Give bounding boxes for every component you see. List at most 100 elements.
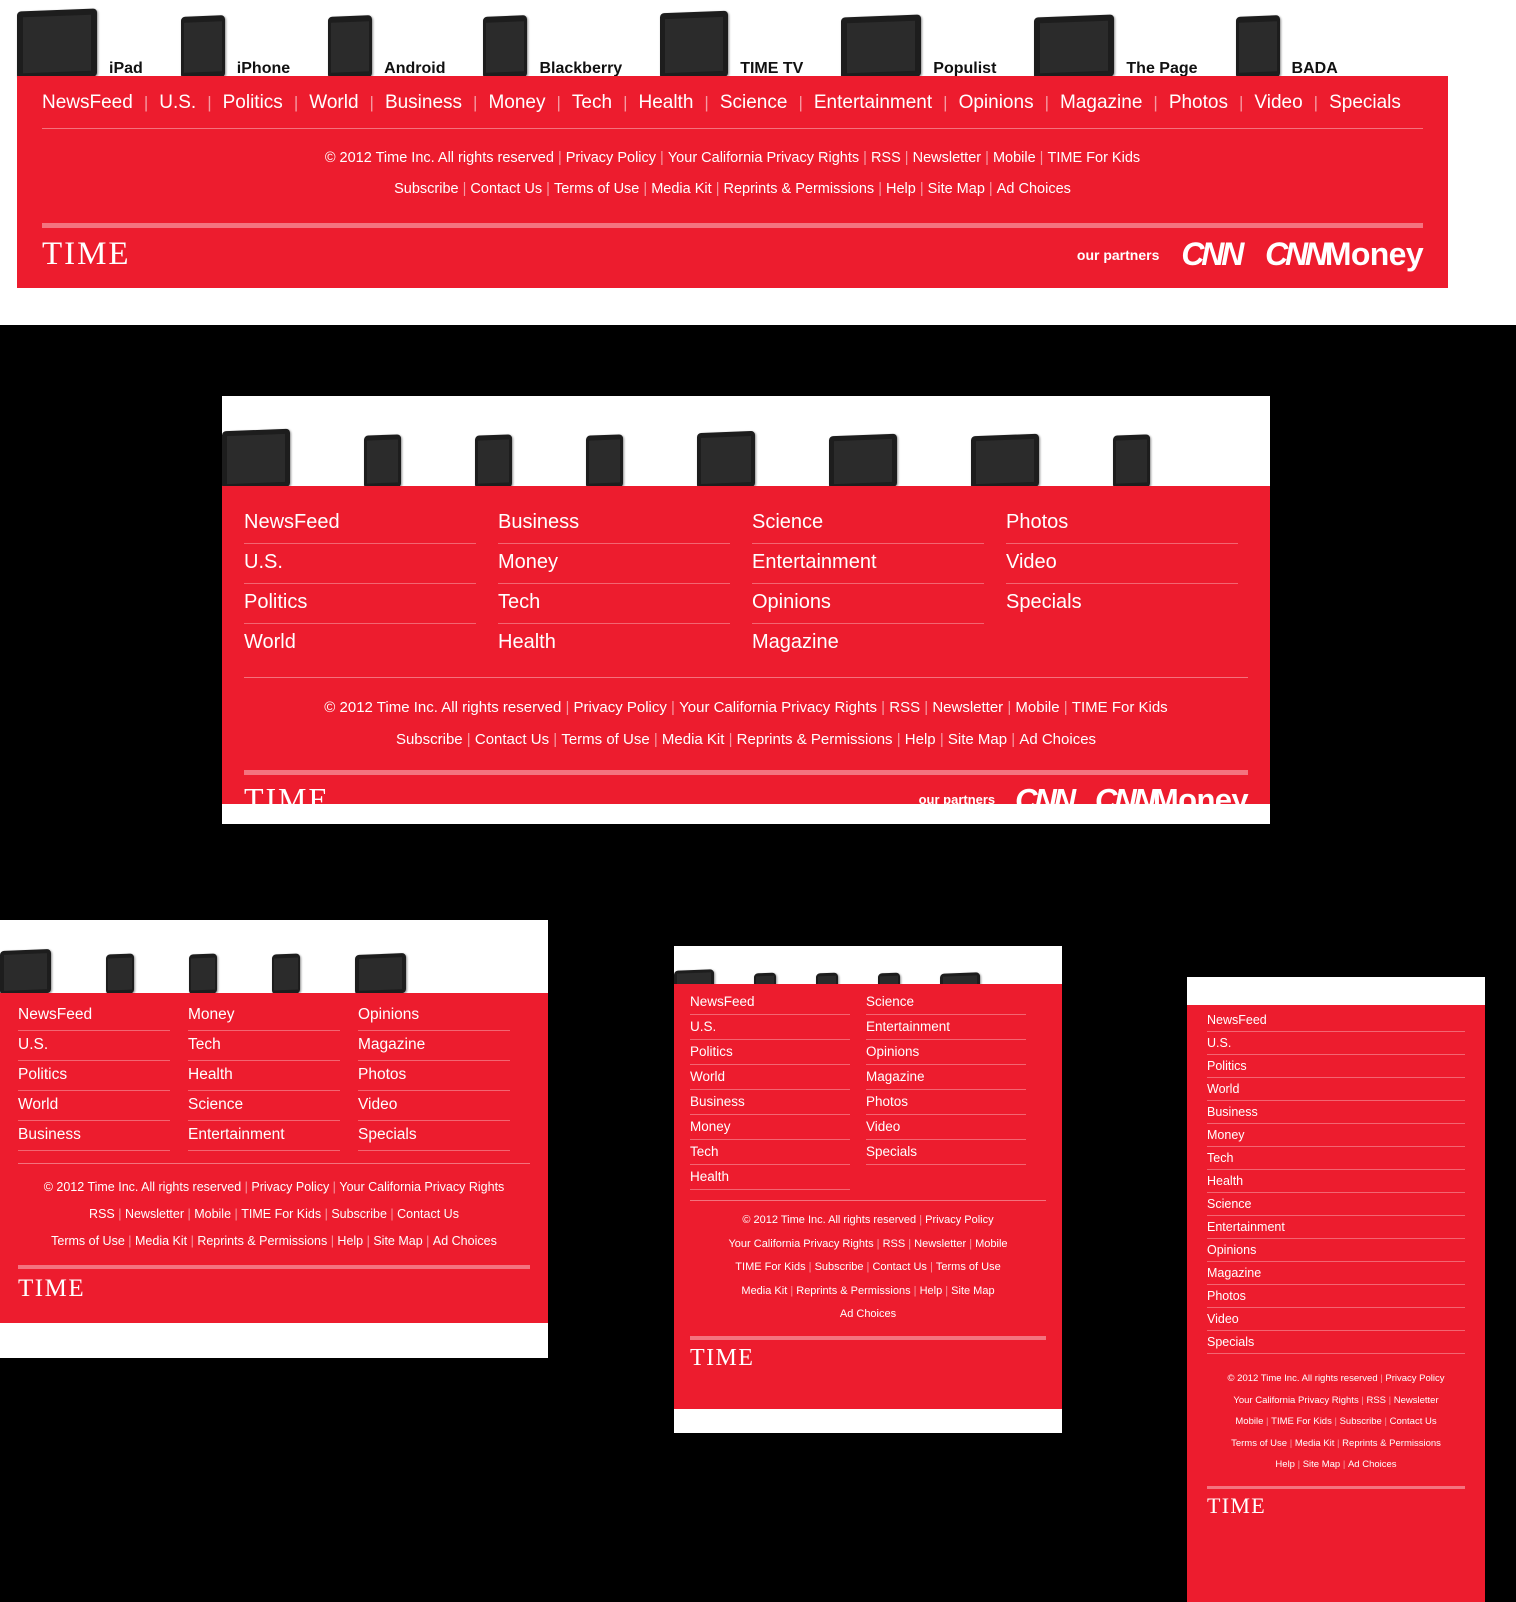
legal-link-your-california-privacy-rights[interactable]: Your California Privacy Rights (668, 150, 859, 166)
nav-item-tech[interactable]: Tech (690, 1140, 850, 1165)
device-item-populist[interactable] (829, 433, 897, 490)
nav-item-video[interactable]: Video (358, 1091, 510, 1121)
nav-item-entertainment[interactable]: Entertainment (188, 1121, 340, 1151)
nav-item-money[interactable]: Money (488, 92, 545, 114)
device-item-time-tv[interactable] (697, 430, 755, 490)
cnnmoney-logo[interactable]: CNNMoney (1265, 236, 1424, 273)
cnn-logo[interactable]: CNN (1181, 236, 1244, 273)
nav-item-specials[interactable]: Specials (1329, 92, 1401, 114)
nav-item-tech[interactable]: Tech (498, 584, 730, 624)
device-item-ipad[interactable]: iPad (17, 8, 143, 80)
time-logo[interactable]: TIME (690, 1345, 754, 1372)
legal-link-newsletter[interactable]: Newsletter (125, 1207, 184, 1221)
nav-item-business[interactable]: Business (1207, 1101, 1465, 1124)
legal-link-mobile[interactable]: Mobile (975, 1238, 1007, 1250)
nav-item-opinions[interactable]: Opinions (959, 92, 1034, 114)
cnn-logo[interactable]: CNN (1015, 782, 1076, 818)
nav-item-photos[interactable]: Photos (866, 1090, 1026, 1115)
nav-item-newsfeed[interactable]: NewsFeed (18, 1001, 170, 1031)
nav-item-specials[interactable]: Specials (1006, 584, 1238, 623)
legal-link-subscribe[interactable]: Subscribe (815, 1261, 864, 1273)
nav-item-magazine[interactable]: Magazine (752, 624, 984, 663)
device-item-time-tv[interactable]: TIME TV (660, 10, 803, 80)
nav-item-science[interactable]: Science (188, 1091, 340, 1121)
legal-link-time-for-kids[interactable]: TIME For Kids (1047, 150, 1140, 166)
nav-item-tech[interactable]: Tech (188, 1031, 340, 1061)
nav-item-photos[interactable]: Photos (1207, 1285, 1465, 1308)
legal-link-newsletter[interactable]: Newsletter (913, 150, 982, 166)
device-item-iphone[interactable] (106, 953, 134, 995)
legal-link-reprints-permissions[interactable]: Reprints & Permissions (724, 181, 875, 197)
nav-item-world[interactable]: World (244, 624, 476, 663)
nav-item-opinions[interactable]: Opinions (1207, 1239, 1465, 1262)
nav-item-newsfeed[interactable]: NewsFeed (690, 990, 850, 1015)
legal-link-rss[interactable]: RSS (1366, 1395, 1386, 1406)
nav-item-u-s-[interactable]: U.S. (159, 92, 196, 114)
device-item-blackberry[interactable] (272, 953, 300, 995)
device-item-the-page[interactable] (971, 433, 1039, 490)
nav-item-u-s-[interactable]: U.S. (690, 1015, 850, 1040)
legal-link-ad-choices[interactable]: Ad Choices (997, 181, 1071, 197)
time-logo[interactable]: TIME (1207, 1493, 1266, 1519)
nav-item-politics[interactable]: Politics (244, 584, 476, 624)
nav-item-entertainment[interactable]: Entertainment (752, 544, 984, 584)
legal-link-terms-of-use[interactable]: Terms of Use (554, 181, 639, 197)
legal-link-site-map[interactable]: Site Map (1303, 1459, 1341, 1470)
legal-link-help[interactable]: Help (1275, 1459, 1295, 1470)
legal-link-contact-us[interactable]: Contact Us (397, 1207, 459, 1221)
nav-item-video[interactable]: Video (1207, 1308, 1465, 1331)
legal-link-your-california-privacy-rights[interactable]: Your California Privacy Rights (1233, 1395, 1358, 1406)
legal-link-privacy-policy[interactable]: Privacy Policy (1385, 1373, 1444, 1384)
legal-link-reprints-permissions[interactable]: Reprints & Permissions (197, 1234, 327, 1248)
nav-item-money[interactable]: Money (188, 1001, 340, 1031)
legal-link-privacy-policy[interactable]: Privacy Policy (925, 1214, 993, 1226)
nav-item-newsfeed[interactable]: NewsFeed (42, 92, 133, 114)
time-logo[interactable]: TIME (18, 1275, 85, 1303)
nav-item-money[interactable]: Money (690, 1115, 850, 1140)
legal-link-privacy-policy[interactable]: Privacy Policy (574, 699, 667, 716)
nav-item-science[interactable]: Science (720, 92, 788, 114)
nav-item-specials[interactable]: Specials (358, 1121, 510, 1151)
legal-link-time-for-kids[interactable]: TIME For Kids (1271, 1416, 1332, 1427)
nav-item-specials[interactable]: Specials (1207, 1331, 1465, 1354)
legal-link-newsletter[interactable]: Newsletter (914, 1238, 966, 1250)
nav-item-specials[interactable]: Specials (866, 1140, 1026, 1165)
legal-link-time-for-kids[interactable]: TIME For Kids (1072, 699, 1168, 716)
legal-link-terms-of-use[interactable]: Terms of Use (561, 731, 649, 748)
legal-link-ad-choices[interactable]: Ad Choices (433, 1234, 497, 1248)
nav-item-video[interactable]: Video (1254, 92, 1302, 114)
nav-item-magazine[interactable]: Magazine (358, 1031, 510, 1061)
device-item-populist[interactable]: Populist (841, 14, 996, 80)
device-item-iphone[interactable]: iPhone (180, 15, 290, 79)
nav-item-tech[interactable]: Tech (572, 92, 612, 114)
legal-link-contact-us[interactable]: Contact Us (872, 1261, 926, 1273)
nav-item-health[interactable]: Health (1207, 1170, 1465, 1193)
nav-item-world[interactable]: World (18, 1091, 170, 1121)
device-item-bada[interactable] (1113, 434, 1150, 489)
legal-link-ad-choices[interactable]: Ad Choices (1348, 1459, 1397, 1470)
legal-link-newsletter[interactable]: Newsletter (1394, 1395, 1439, 1406)
nav-item-magazine[interactable]: Magazine (1207, 1262, 1465, 1285)
legal-link-reprints-permissions[interactable]: Reprints & Permissions (796, 1285, 910, 1297)
legal-link-your-california-privacy-rights[interactable]: Your California Privacy Rights (679, 699, 877, 716)
nav-item-opinions[interactable]: Opinions (358, 1001, 510, 1031)
device-item-bada[interactable]: BADA (1235, 15, 1338, 79)
legal-link-your-california-privacy-rights[interactable]: Your California Privacy Rights (728, 1238, 873, 1250)
nav-item-science[interactable]: Science (752, 504, 984, 544)
legal-link-media-kit[interactable]: Media Kit (741, 1285, 787, 1297)
legal-link-terms-of-use[interactable]: Terms of Use (1231, 1438, 1287, 1449)
nav-item-politics[interactable]: Politics (690, 1040, 850, 1065)
legal-link-terms-of-use[interactable]: Terms of Use (51, 1234, 125, 1248)
legal-link-site-map[interactable]: Site Map (928, 181, 985, 197)
nav-item-u-s-[interactable]: U.S. (244, 544, 476, 584)
nav-item-science[interactable]: Science (866, 990, 1026, 1015)
nav-item-entertainment[interactable]: Entertainment (1207, 1216, 1465, 1239)
device-item-blackberry[interactable]: Blackberry (483, 15, 622, 79)
legal-link-mobile[interactable]: Mobile (1015, 699, 1059, 716)
nav-item-opinions[interactable]: Opinions (752, 584, 984, 624)
nav-item-photos[interactable]: Photos (1006, 504, 1238, 544)
legal-link-privacy-policy[interactable]: Privacy Policy (566, 150, 656, 166)
nav-item-world[interactable]: World (1207, 1078, 1465, 1101)
legal-link-rss[interactable]: RSS (89, 1207, 115, 1221)
legal-link-mobile[interactable]: Mobile (194, 1207, 231, 1221)
